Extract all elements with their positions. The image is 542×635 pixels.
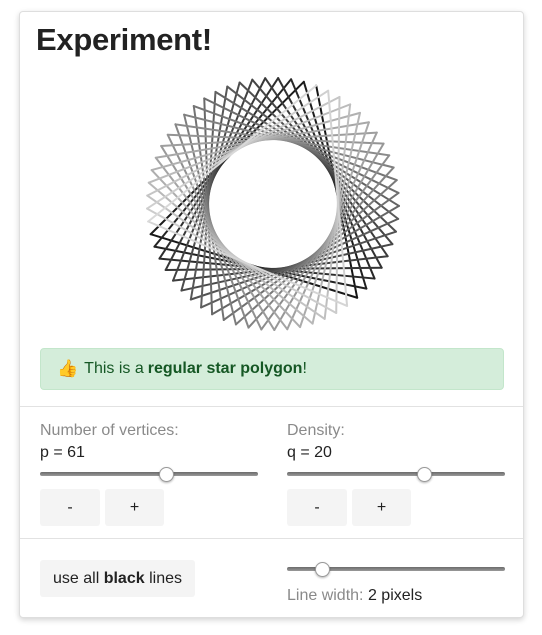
density-label: Density: bbox=[287, 422, 345, 439]
experiment-card: Experiment! 👍 This is a regular star pol… bbox=[19, 11, 524, 618]
vertices-slider-track bbox=[40, 472, 258, 476]
star-polygon-canvas bbox=[146, 77, 400, 331]
density-slider-track bbox=[287, 472, 505, 476]
alert-prefix: This is a bbox=[84, 360, 144, 377]
vertices-increment-button[interactable]: + bbox=[105, 489, 164, 526]
density-slider[interactable] bbox=[287, 464, 505, 484]
thumbs-up-icon: 👍 bbox=[57, 359, 79, 379]
vertices-label: Number of vertices: bbox=[40, 422, 179, 439]
alert-bold-text: regular star polygon bbox=[147, 360, 303, 377]
vertices-slider[interactable] bbox=[40, 464, 258, 484]
line-width-value: 2 pixels bbox=[367, 587, 423, 604]
density-increment-button[interactable]: + bbox=[352, 489, 411, 526]
line-width-slider[interactable] bbox=[287, 559, 505, 579]
success-alert: 👍 This is a regular star polygon! bbox=[40, 348, 504, 390]
divider bbox=[20, 406, 523, 407]
black-button-prefix: use all bbox=[53, 569, 100, 587]
vertices-value: p = 61 bbox=[40, 444, 85, 461]
alert-suffix: ! bbox=[302, 360, 307, 377]
vertices-slider-thumb[interactable] bbox=[159, 467, 175, 482]
line-width-label: Line width: bbox=[287, 587, 364, 604]
page-title: Experiment! bbox=[36, 22, 212, 57]
line-width-readout: Line width: 2 pixels bbox=[287, 587, 422, 605]
black-button-bold: black bbox=[103, 569, 145, 587]
use-black-lines-button[interactable]: use all black lines bbox=[40, 560, 195, 597]
divider bbox=[20, 538, 523, 539]
vertices-decrement-button[interactable]: - bbox=[40, 489, 100, 526]
density-value: q = 20 bbox=[287, 444, 332, 461]
density-slider-thumb[interactable] bbox=[417, 467, 433, 482]
black-button-suffix: lines bbox=[149, 569, 182, 587]
line-width-slider-thumb[interactable] bbox=[314, 562, 330, 577]
density-decrement-button[interactable]: - bbox=[287, 489, 347, 526]
